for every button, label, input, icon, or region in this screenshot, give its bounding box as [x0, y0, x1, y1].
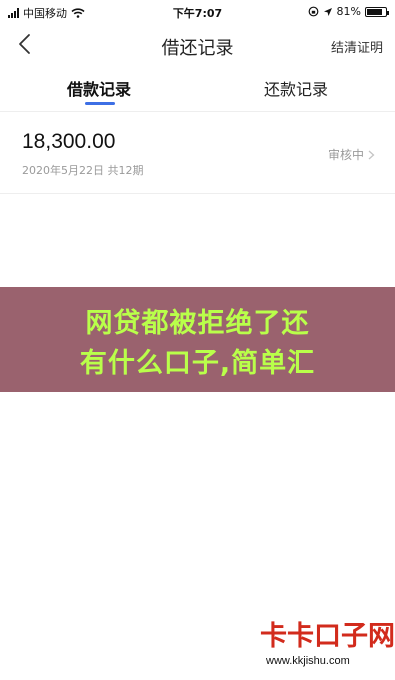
- lock-rotation-icon: [308, 6, 318, 17]
- nav-bar: 借还记录 结清证明: [0, 24, 395, 66]
- status-badge: 审核中: [328, 146, 375, 163]
- tab-repay-records[interactable]: 还款记录: [197, 76, 395, 100]
- overlay-banner: 网贷都被拒绝了还 有什么口子,简单汇: [0, 287, 395, 392]
- status-right: 81%: [308, 5, 389, 18]
- chevron-right-icon: [368, 150, 375, 159]
- battery-icon: [365, 6, 389, 17]
- loan-amount: 18,300.00: [22, 130, 116, 153]
- settlement-proof-button[interactable]: 结清证明: [331, 37, 383, 56]
- loan-meta: 2020年5月22日 共12期: [22, 164, 144, 177]
- location-icon: [323, 7, 332, 16]
- logo-url: www.kkjishu.com: [266, 655, 350, 667]
- status-label: 审核中: [327, 148, 364, 162]
- banner-line-2: 有什么口子,简单汇: [79, 348, 316, 379]
- banner-line-1: 网贷都被拒绝了还: [85, 308, 310, 339]
- list-item[interactable]: 18,300.00 2020年5月22日 共12期 审核中: [0, 118, 395, 194]
- status-bar: 中国移动 下午7:07 81%: [0, 0, 395, 24]
- tab-borrow-records[interactable]: 借款记录: [0, 76, 198, 100]
- battery-percent: 81%: [336, 5, 361, 18]
- active-tab-indicator: [85, 102, 115, 105]
- logo-name: 卡卡口子网: [260, 621, 395, 652]
- record-tabs: 借款记录 还款记录: [0, 66, 395, 112]
- site-logo: 卡卡口子网 www.kkjishu.com: [252, 610, 395, 680]
